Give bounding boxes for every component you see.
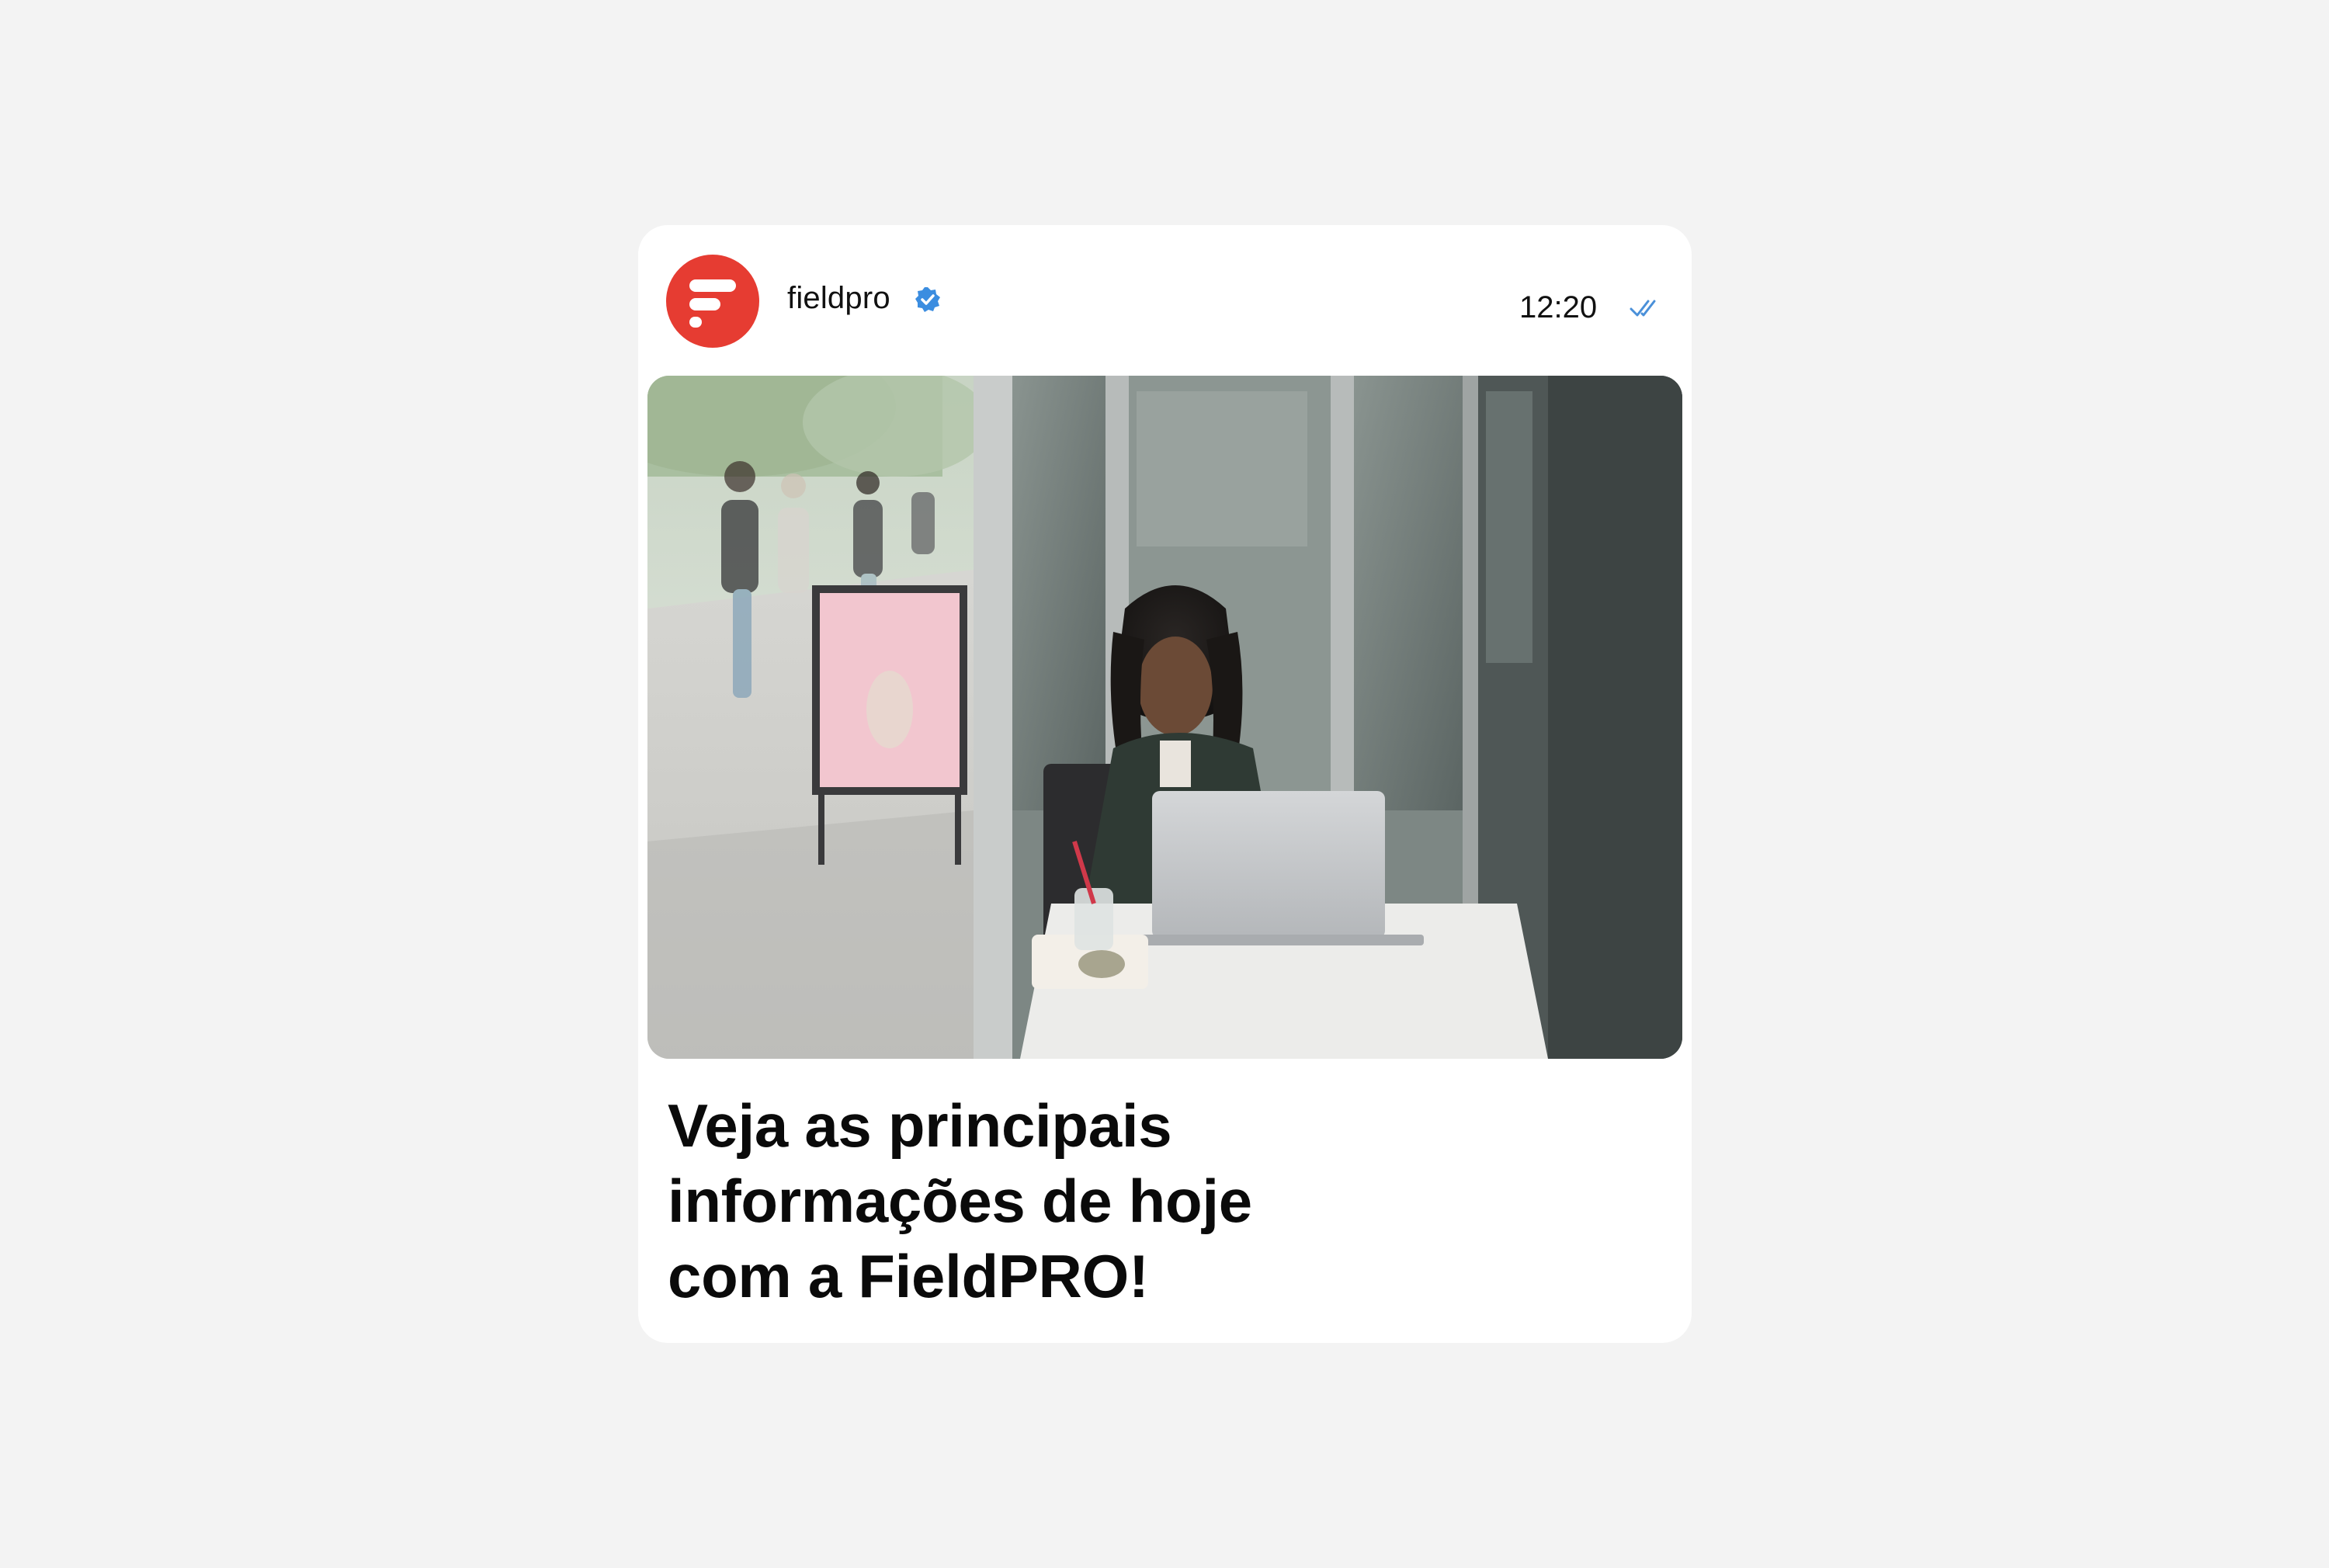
photo[interactable]	[647, 376, 1682, 1059]
double-check-icon	[1630, 300, 1656, 317]
account-name[interactable]: fieldpro	[787, 279, 890, 317]
timestamp: 12:20	[1519, 290, 1598, 324]
verified-badge-icon	[915, 287, 940, 312]
headline: Veja as principais informações de hoje c…	[668, 1091, 1252, 1310]
fieldpro-logo-icon[interactable]	[666, 255, 759, 348]
message-card: fieldpro 12:20 Veja as principais inform…	[638, 225, 1692, 1343]
